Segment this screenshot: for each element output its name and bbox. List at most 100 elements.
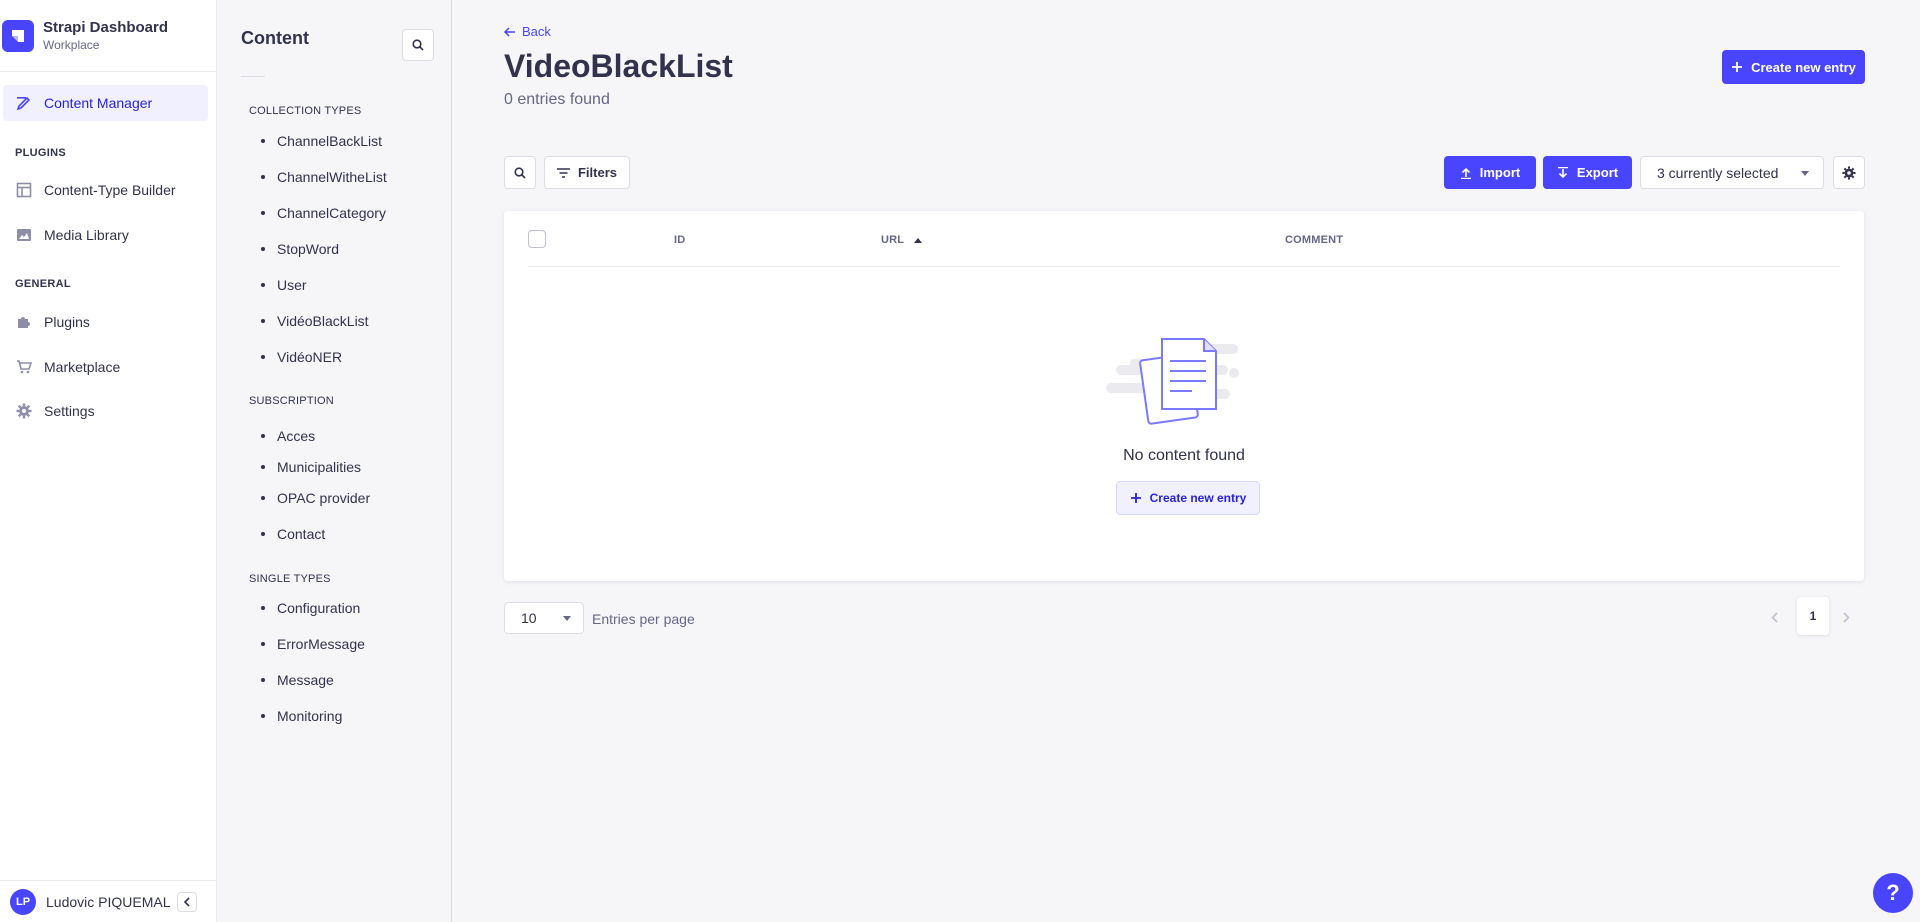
columns-select[interactable]: 3 currently selected [1640, 156, 1824, 189]
export-button[interactable]: Export [1543, 156, 1632, 189]
entries-per-page-label: Entries per page [592, 611, 695, 627]
main-content: Back VideoBlackList 0 entries found Crea… [452, 0, 1920, 922]
subnav-item-user[interactable]: User [261, 277, 307, 293]
nav-item-plugins[interactable]: Plugins [3, 304, 208, 340]
back-link[interactable]: Back [504, 24, 551, 39]
bullet [261, 714, 265, 718]
nav-item-label: Marketplace [44, 359, 121, 375]
subnav-item-errormessage[interactable]: ErrorMessage [261, 636, 365, 652]
nav-item-content-manager[interactable]: Content Manager [3, 85, 208, 121]
search-icon [412, 39, 424, 51]
subnav-item-monitoring[interactable]: Monitoring [261, 708, 342, 724]
nav-item-media-library[interactable]: Media Library [3, 217, 208, 253]
next-page-button[interactable] [1834, 605, 1858, 629]
gear-icon [1842, 165, 1856, 180]
columns-select-value: 3 currently selected [1657, 164, 1779, 181]
bullet [261, 247, 265, 251]
subnav-title: Content [241, 28, 309, 48]
nav-item-label: Content Manager [44, 95, 153, 111]
subnav-item-label: VidéoBlackList [277, 313, 369, 329]
filters-label: Filters [577, 165, 617, 180]
gear-icon [15, 402, 33, 420]
nav-item-label: Media Library [44, 227, 129, 243]
feather-icon [15, 94, 33, 112]
bullet [261, 283, 265, 287]
column-header-url[interactable]: URL [881, 234, 923, 246]
per-page-value: 10 [521, 610, 537, 626]
bullet [261, 532, 265, 536]
nav-item-marketplace[interactable]: Marketplace [3, 349, 208, 385]
user-name: Ludovic PIQUEMAL [46, 893, 171, 910]
import-label: Import [1479, 165, 1521, 180]
brand[interactable]: Strapi Dashboard Workplace [0, 0, 216, 72]
create-new-entry-label: Create new entry [1751, 59, 1856, 75]
subnav-item-stopword[interactable]: StopWord [261, 241, 339, 257]
column-header-comment[interactable]: COMMENT [1285, 234, 1343, 246]
column-header-label: URL [881, 234, 905, 246]
page-button-current[interactable]: 1 [1797, 597, 1829, 635]
empty-state-text: No content found [1123, 447, 1245, 464]
layout-icon [15, 181, 33, 199]
brand-subtitle: Workplace [43, 38, 100, 52]
empty-create-new-entry-button[interactable]: Create new entry [1116, 481, 1260, 515]
subnav-search-button[interactable] [402, 29, 434, 61]
strapi-logo-icon [2, 19, 34, 52]
create-new-entry-button[interactable]: Create new entry [1722, 50, 1865, 84]
subnav-item-contact[interactable]: Contact [261, 526, 325, 542]
bullet [261, 319, 265, 323]
nav-item-label: Plugins [44, 314, 90, 330]
chevron-left-icon [1770, 611, 1778, 623]
section-collection-types: COLLECTION TYPES [249, 105, 362, 117]
subnav-item-videoblacklist[interactable]: VidéoBlackList [261, 313, 369, 329]
column-header-id[interactable]: ID [674, 234, 685, 246]
subnav-item-opac-provider[interactable]: OPAC provider [261, 490, 370, 506]
bullet [261, 211, 265, 215]
subnav-item-label: StopWord [277, 241, 339, 257]
brand-title: Strapi Dashboard [43, 19, 169, 36]
subnav-item-label: Acces [277, 428, 316, 444]
subnav-item-label: ChannelCategory [277, 205, 386, 221]
subnav-item-acces[interactable]: Acces [261, 428, 315, 444]
select-all-checkbox[interactable] [528, 230, 546, 248]
bullet [261, 465, 265, 469]
main-nav: Strapi Dashboard Workplace Content Manag… [0, 0, 217, 922]
entries-per-page-select[interactable]: 10 [504, 602, 584, 634]
filters-button[interactable]: Filters [544, 156, 630, 189]
nav-item-content-type-builder[interactable]: Content-Type Builder [3, 172, 208, 208]
user-bar[interactable]: LP Ludovic PIQUEMAL [0, 880, 217, 922]
settings-button[interactable] [1833, 156, 1865, 189]
entries-count: 0 entries found [504, 91, 610, 108]
plus-icon [1731, 61, 1743, 73]
subnav-item-channelcategory[interactable]: ChannelCategory [261, 205, 386, 221]
caret-down-icon [563, 616, 571, 621]
subnav-divider [241, 76, 265, 77]
collapse-nav-button[interactable] [177, 892, 197, 912]
nav-item-label: Settings [44, 403, 95, 419]
help-button[interactable]: ? [1873, 873, 1913, 913]
import-button[interactable]: Import [1444, 156, 1536, 189]
section-subscription: SUBSCRIPTION [249, 395, 334, 407]
subnav-item-label: Message [277, 672, 334, 688]
subnav-item-videoner[interactable]: VidéoNER [261, 349, 342, 365]
subnav-item-channelwithelist[interactable]: ChannelWitheList [261, 169, 387, 185]
subnav-item-label: Contact [277, 526, 326, 542]
previous-page-button[interactable] [1762, 605, 1786, 629]
subnav-item-channelbacklist[interactable]: ChannelBackList [261, 133, 382, 149]
empty-create-label: Create new entry [1149, 491, 1247, 505]
bullet [261, 606, 265, 610]
subnav-item-configuration[interactable]: Configuration [261, 600, 360, 616]
subnav-item-message[interactable]: Message [261, 672, 334, 688]
sort-asc-icon [914, 237, 923, 243]
upload-icon [1460, 167, 1472, 179]
table-header: ID URL COMMENT [528, 211, 1840, 267]
subnav-item-municipalities[interactable]: Municipalities [261, 459, 361, 475]
subnav-item-label: Monitoring [277, 708, 343, 724]
subnav-item-label: ChannelBackList [277, 133, 383, 149]
filter-icon [556, 167, 570, 178]
search-button[interactable] [504, 156, 536, 189]
bullet [261, 355, 265, 359]
nav-item-settings[interactable]: Settings [3, 393, 208, 429]
subnav-item-label: ErrorMessage [277, 636, 365, 652]
section-single-types: SINGLE TYPES [249, 573, 331, 585]
bullet [261, 496, 265, 500]
